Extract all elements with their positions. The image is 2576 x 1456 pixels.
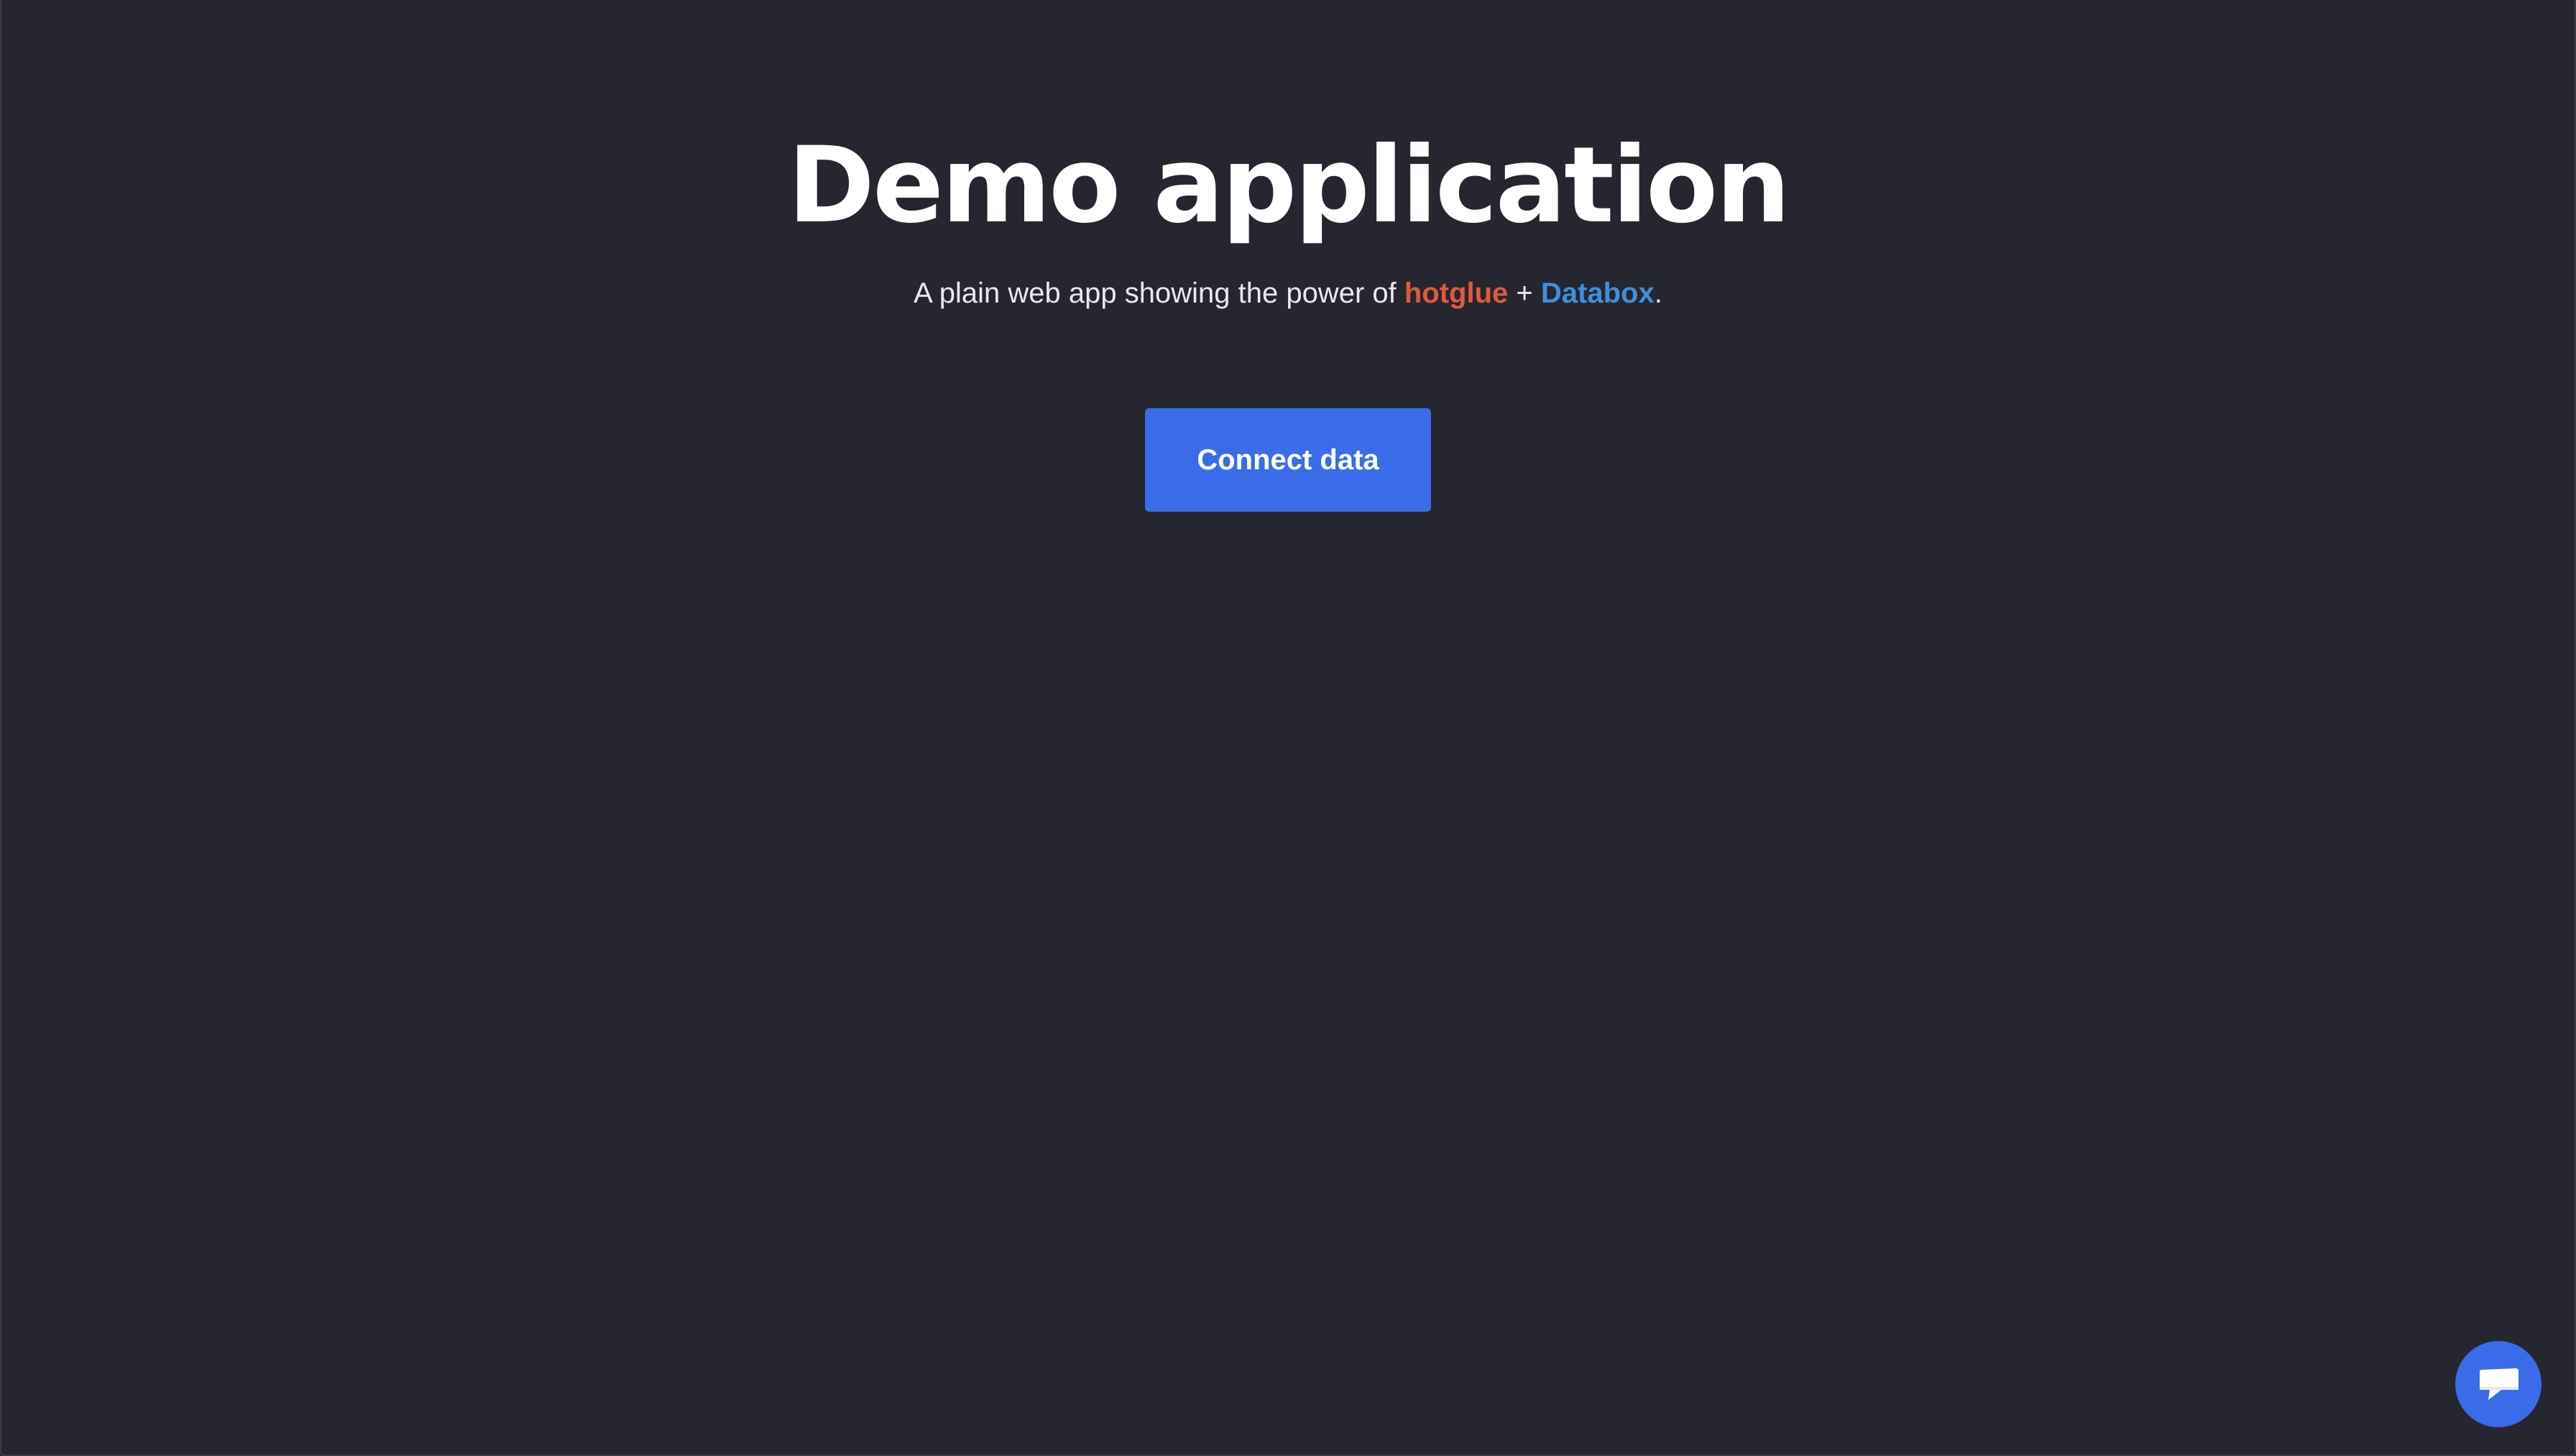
- chat-launcher-button[interactable]: [2455, 1341, 2542, 1427]
- app-page: Demo application A plain web app showing…: [0, 0, 2576, 1456]
- connect-data-button[interactable]: Connect data: [1145, 408, 1431, 512]
- subtitle-prefix: A plain web app showing the power of: [914, 277, 1404, 309]
- page-title: Demo application: [787, 124, 1790, 246]
- hero-section: Demo application A plain web app showing…: [1, 0, 2575, 512]
- subtitle-suffix: .: [1654, 277, 1662, 309]
- page-subtitle: A plain web app showing the power of hot…: [914, 275, 1662, 312]
- subtitle-separator: +: [1508, 277, 1541, 309]
- brand-hotglue: hotglue: [1404, 277, 1509, 309]
- chat-bubble-icon: [2480, 1368, 2518, 1400]
- brand-databox: Databox: [1540, 277, 1655, 309]
